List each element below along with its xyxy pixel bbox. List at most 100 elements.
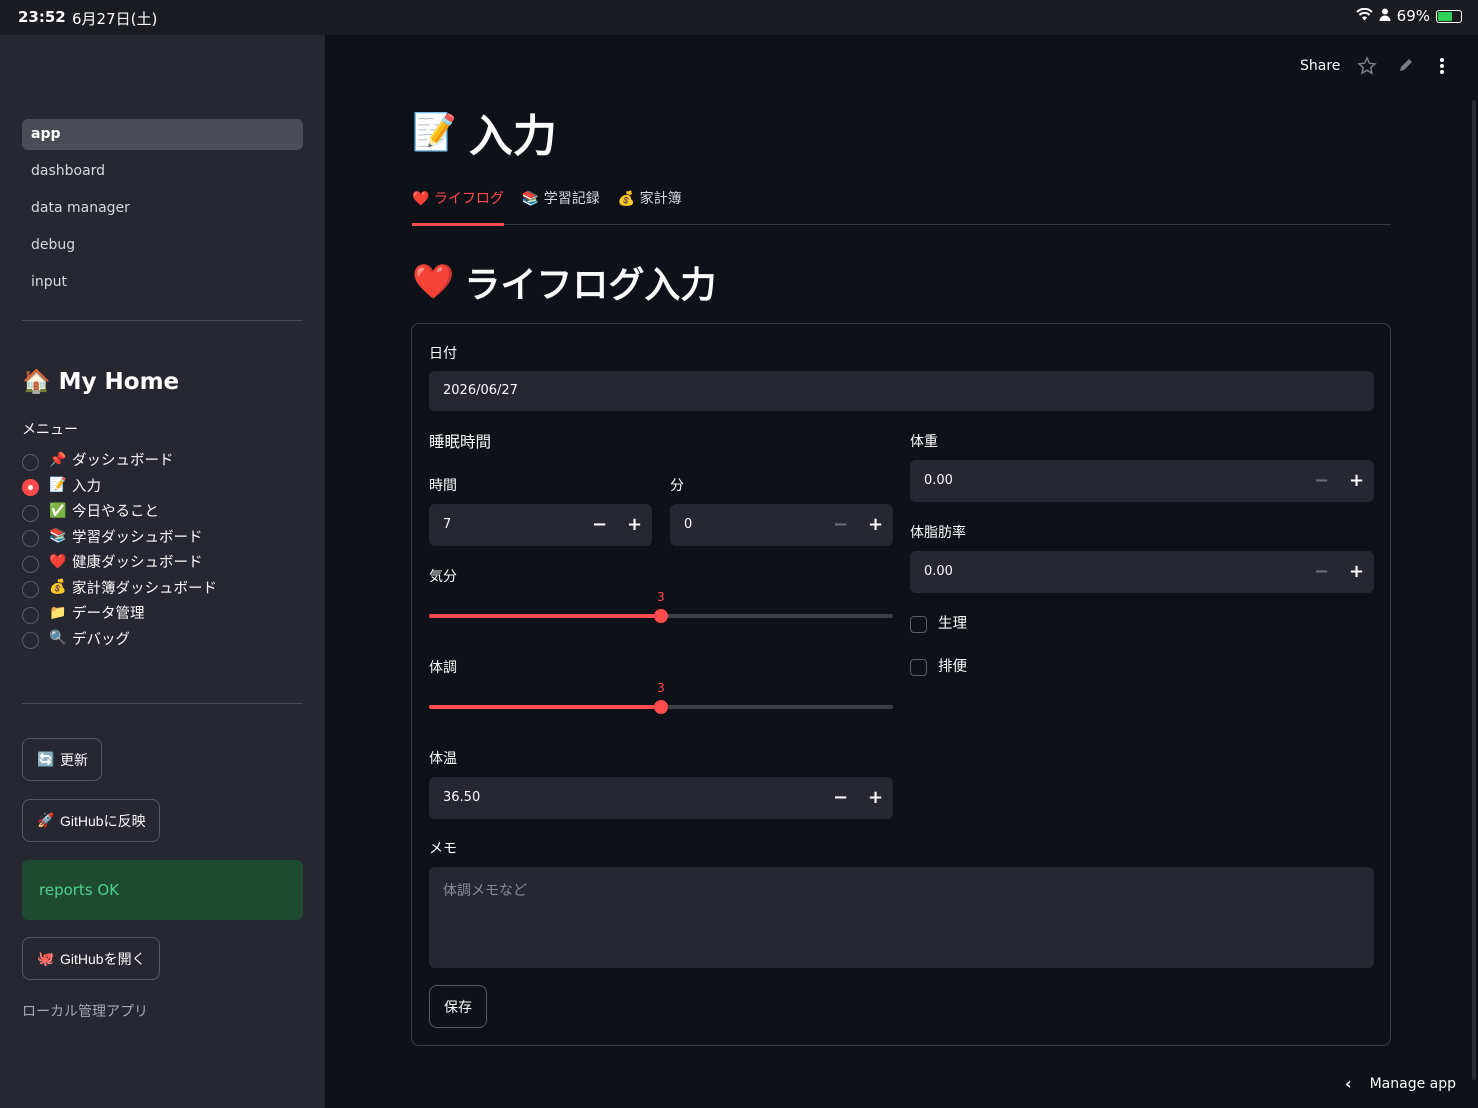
temperature-number-input[interactable]: 36.50 − +	[429, 777, 893, 819]
radio-budget-dashboard[interactable]: 💰 家計簿ダッシュボード	[22, 575, 217, 601]
page-title-text: 入力	[468, 111, 557, 162]
minutes-increment-button[interactable]: +	[858, 504, 893, 546]
body-fat-label: 体脂肪率	[910, 525, 966, 541]
tab-bar: ❤️ ライフログ 📚 学習記録 💰 家計簿	[412, 185, 1391, 226]
checkbox-box[interactable]	[910, 616, 927, 633]
date-input[interactable]: 2026/06/27	[429, 371, 1374, 411]
section-title: ❤️ ライフログ入力	[412, 256, 716, 308]
radio-debug[interactable]: 🔍 デバッグ	[22, 626, 217, 652]
radio-button[interactable]	[22, 581, 39, 599]
radio-label: 学習ダッシュボード	[72, 529, 203, 546]
bowel-checkbox[interactable]: 排便	[910, 655, 967, 676]
temperature-decrement-button[interactable]: −	[823, 777, 858, 819]
refresh-button[interactable]: 🔄 更新	[22, 738, 102, 781]
money-bag-icon: 💰	[617, 191, 636, 207]
weight-increment-button[interactable]: +	[1339, 460, 1374, 502]
slider-thumb[interactable]	[654, 609, 668, 623]
period-checkbox[interactable]: 生理	[910, 612, 967, 633]
body-fat-decrement-button[interactable]: −	[1304, 551, 1339, 593]
nav-item-app[interactable]: app	[22, 119, 303, 150]
radio-button[interactable]	[22, 606, 39, 624]
sidebar: app dashboard data manager debug input 🏠…	[0, 35, 325, 1108]
edit-icon[interactable]	[1397, 56, 1415, 79]
body-fat-number-input[interactable]: 0.00 − +	[910, 551, 1374, 593]
hours-decrement-button[interactable]: −	[582, 504, 617, 546]
heart-icon: ❤️	[49, 553, 67, 570]
share-button[interactable]: Share	[1300, 58, 1340, 74]
slider-fill	[429, 705, 661, 709]
radio-label: ダッシュボード	[72, 453, 174, 470]
radio-button[interactable]	[22, 555, 39, 573]
body-fat-increment-button[interactable]: +	[1339, 551, 1374, 593]
hours-number-input[interactable]: 7 − +	[429, 504, 652, 546]
hours-increment-button[interactable]: +	[617, 504, 652, 546]
radio-button[interactable]	[22, 530, 39, 548]
nav-item-input[interactable]: input	[22, 267, 303, 298]
date-label: 日付	[429, 346, 457, 362]
nav-item-dashboard[interactable]: dashboard	[22, 156, 303, 187]
tab-study-log[interactable]: 📚 学習記録	[522, 185, 600, 225]
star-icon[interactable]	[1357, 56, 1377, 81]
radio-dashboard[interactable]: 📌 ダッシュボード	[22, 447, 217, 473]
slider-thumb[interactable]	[654, 700, 668, 714]
nav-item-data-manager[interactable]: data manager	[22, 193, 303, 224]
hours-value[interactable]: 7	[429, 504, 582, 546]
status-right: 69%	[1355, 7, 1462, 25]
menu-label: メニュー	[22, 422, 78, 438]
slider-fill	[429, 614, 661, 618]
save-button[interactable]: 保存	[429, 985, 487, 1028]
minutes-number-input[interactable]: 0 − +	[670, 504, 893, 546]
tab-lifelog[interactable]: ❤️ ライフログ	[412, 185, 504, 226]
radio-health-dashboard[interactable]: ❤️ 健康ダッシュボード	[22, 549, 217, 575]
github-push-label: GitHubに反映	[60, 812, 146, 829]
minutes-value[interactable]: 0	[670, 504, 823, 546]
condition-label: 体調	[429, 660, 457, 676]
radio-button[interactable]	[22, 632, 39, 650]
minutes-decrement-button[interactable]: −	[823, 504, 858, 546]
radio-input[interactable]: 📝 入力	[22, 473, 217, 499]
checkbox-box[interactable]	[910, 659, 927, 676]
radio-data-management[interactable]: 📁 データ管理	[22, 600, 217, 626]
radio-label: 家計簿ダッシュボード	[72, 580, 217, 597]
mood-slider-value: 3	[657, 590, 665, 604]
weight-value[interactable]: 0.00	[910, 460, 1304, 502]
person-icon	[1379, 7, 1391, 25]
radio-study-dashboard[interactable]: 📚 学習ダッシュボード	[22, 524, 217, 550]
radio-today-tasks[interactable]: ✅ 今日やること	[22, 498, 217, 524]
sidebar-caption: ローカル管理アプリ	[22, 1004, 148, 1020]
scrollbar[interactable]	[1472, 100, 1476, 1080]
status-alert: reports OK	[22, 860, 303, 920]
tab-label: 家計簿	[639, 191, 682, 207]
folder-icon: 📁	[49, 604, 67, 621]
github-push-button[interactable]: 🚀 GitHubに反映	[22, 799, 160, 842]
condition-slider[interactable]: 3	[429, 681, 893, 717]
tab-budget[interactable]: 💰 家計簿	[618, 185, 682, 225]
temperature-value[interactable]: 36.50	[429, 777, 823, 819]
radio-button[interactable]	[22, 504, 39, 522]
sidebar-nav: app dashboard data manager debug input	[22, 119, 303, 304]
radio-label: 今日やること	[72, 504, 159, 521]
pin-icon: 📌	[49, 451, 67, 468]
radio-button[interactable]	[22, 453, 39, 471]
github-open-button[interactable]: 🐙 GitHubを開く	[22, 937, 160, 980]
condition-slider-value: 3	[657, 681, 665, 695]
memo-label: メモ	[429, 841, 457, 857]
sidebar-title-text: My Home	[58, 369, 180, 395]
wifi-icon	[1355, 7, 1373, 25]
body-fat-value[interactable]: 0.00	[910, 551, 1304, 593]
radio-button[interactable]	[22, 479, 39, 497]
magnifier-icon: 🔍	[49, 630, 67, 647]
weight-number-input[interactable]: 0.00 − +	[910, 460, 1374, 502]
memo-icon: 📝	[412, 112, 457, 153]
memo-textarea[interactable]: 体調メモなど	[429, 867, 1374, 968]
more-menu-icon[interactable]	[1437, 56, 1447, 81]
sidebar-title: 🏠 My Home	[22, 368, 179, 395]
mood-slider[interactable]: 3	[429, 590, 893, 626]
hours-label: 時間	[429, 478, 457, 494]
nav-item-debug[interactable]: debug	[22, 230, 303, 261]
weight-decrement-button[interactable]: −	[1304, 460, 1339, 502]
check-icon: ✅	[49, 502, 67, 519]
temperature-increment-button[interactable]: +	[858, 777, 893, 819]
memo-icon: 📝	[49, 477, 67, 494]
manage-app-button[interactable]: ‹ Manage app	[1345, 1074, 1456, 1093]
